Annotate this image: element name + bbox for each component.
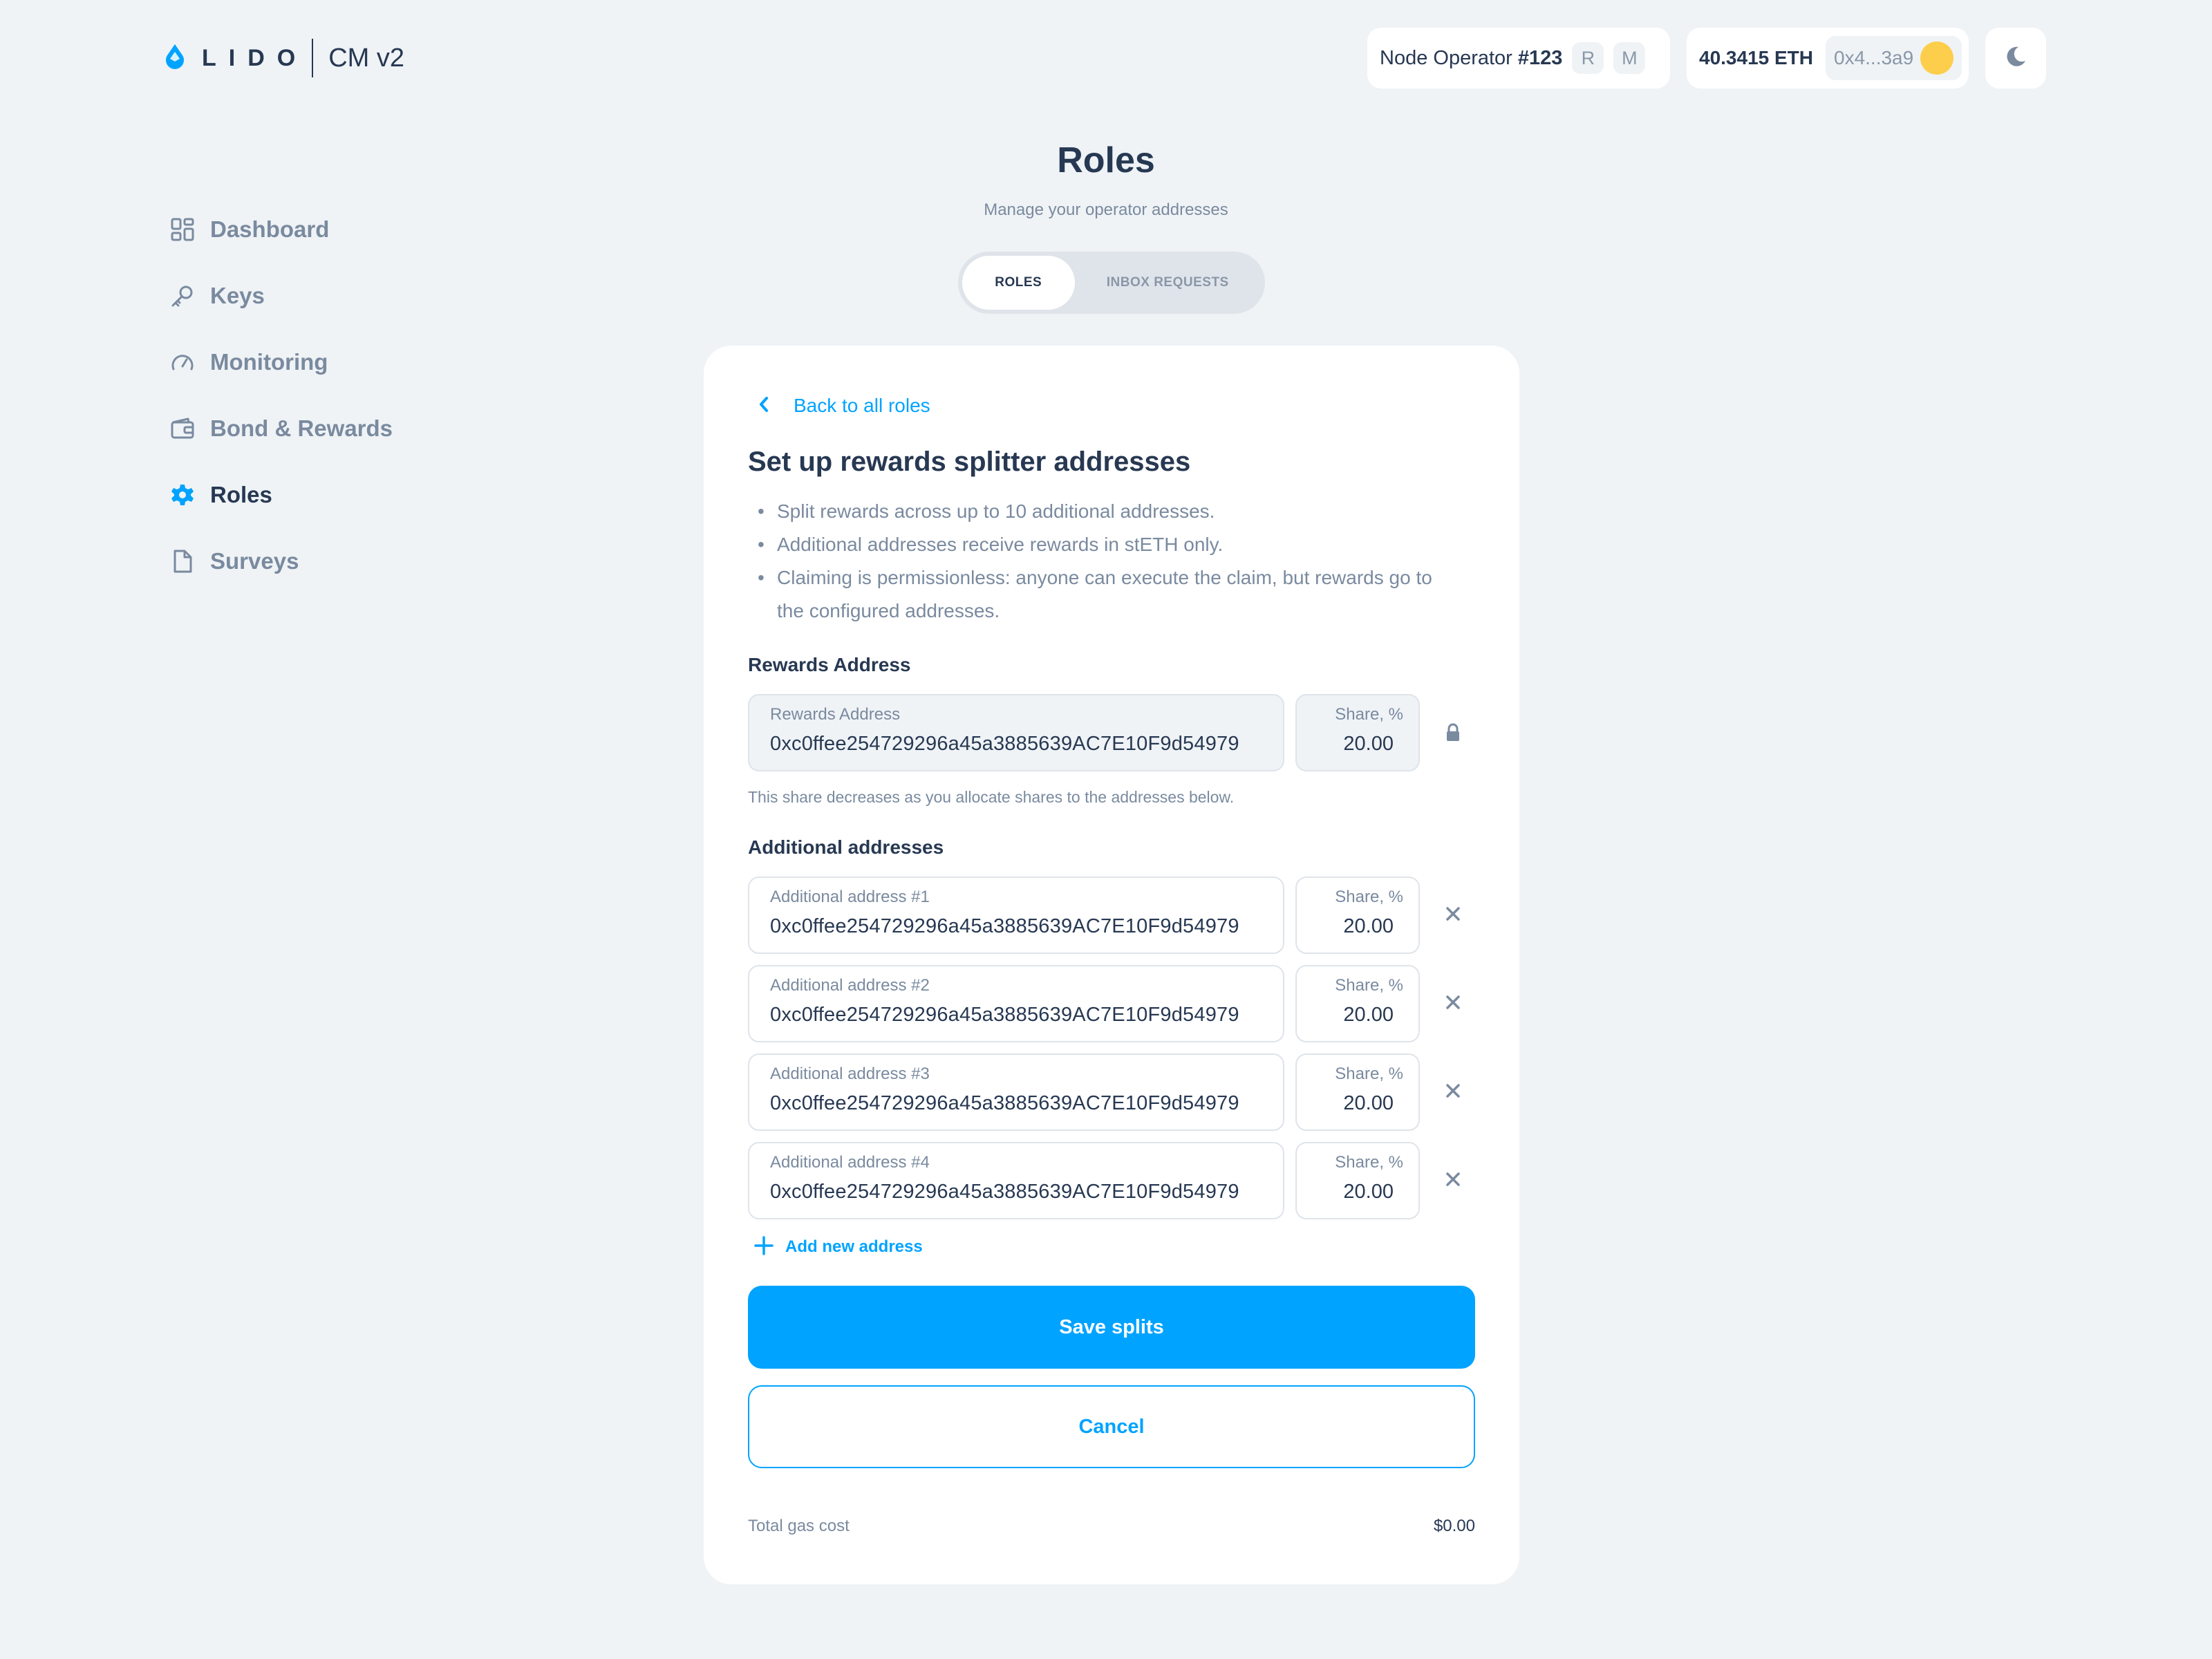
- field-label: Additional address #1: [770, 888, 930, 906]
- tab-roles[interactable]: ROLES: [962, 256, 1075, 310]
- wallet-icon: [169, 415, 196, 442]
- add-address-label: Add new address: [785, 1237, 923, 1256]
- share-label: Share, %: [1335, 1065, 1403, 1083]
- sidebar-item-label: Monitoring: [210, 349, 328, 375]
- sidebar-item-label: Roles: [210, 482, 272, 507]
- remove-address-button-4[interactable]: [1439, 1167, 1467, 1194]
- share-value: 20.00: [1343, 1181, 1394, 1203]
- sidebar-item-roles[interactable]: Roles: [169, 474, 272, 516]
- share-value: 20.00: [1343, 733, 1394, 755]
- rewards-share-field: Share, % 20.00: [1295, 694, 1420, 771]
- field-label: Rewards Address: [770, 705, 901, 724]
- role-chip-m: M: [1613, 42, 1646, 74]
- additional-address-input-4[interactable]: Additional address #4 0xc0ffee254729296a…: [748, 1142, 1284, 1219]
- sidebar-item-label: Dashboard: [210, 216, 330, 242]
- remove-address-button-1[interactable]: [1439, 901, 1467, 929]
- wallet-avatar: [1920, 41, 1954, 75]
- additional-address-input-2[interactable]: Additional address #2 0xc0ffee254729296a…: [748, 965, 1284, 1042]
- field-label: Additional address #3: [770, 1065, 930, 1083]
- roles-tab-switcher: ROLES INBOX REQUESTS: [958, 252, 1265, 314]
- additional-share-input-4[interactable]: Share, % 20.00: [1295, 1142, 1420, 1219]
- field-label: Additional address #4: [770, 1153, 930, 1172]
- save-splits-button[interactable]: Save splits: [748, 1286, 1475, 1369]
- close-icon: [1445, 994, 1461, 1014]
- bullet-dot: •: [758, 567, 765, 588]
- additional-share-input-2[interactable]: Share, % 20.00: [1295, 965, 1420, 1042]
- info-bullet: • Additional addresses receive rewards in…: [758, 528, 1223, 561]
- sidebar-item-keys[interactable]: Keys: [169, 275, 265, 317]
- field-value: 0xc0ffee254729296a45a3885639AC7E10F9d549…: [770, 1092, 1239, 1114]
- rewards-section-label: Rewards Address: [748, 654, 911, 675]
- eth-balance: 40.3415 ETH: [1699, 47, 1813, 68]
- remove-address-button-2[interactable]: [1439, 990, 1467, 1018]
- field-value: 0xc0ffee254729296a45a3885639AC7E10F9d549…: [770, 1004, 1239, 1026]
- additional-address-input-1[interactable]: Additional address #1 0xc0ffee254729296a…: [748, 877, 1284, 954]
- share-hint: This share decreases as you allocate sha…: [748, 788, 1235, 806]
- add-new-address-button[interactable]: Add new address: [753, 1233, 923, 1261]
- bullet-dot: •: [758, 500, 765, 522]
- operator-number: #123: [1517, 46, 1563, 69]
- key-icon: [169, 282, 196, 310]
- chevron-left-icon: [756, 395, 771, 417]
- field-value: 0xc0ffee254729296a45a3885639AC7E10F9d549…: [770, 915, 1239, 937]
- wallet-button[interactable]: 40.3415 ETH 0x4...3a9: [1687, 28, 1969, 88]
- role-chip-r: R: [1572, 42, 1604, 74]
- share-value: 20.00: [1343, 1092, 1394, 1114]
- share-value: 20.00: [1343, 1004, 1394, 1026]
- brand-wordmark: LIDO: [202, 44, 308, 71]
- share-label: Share, %: [1335, 888, 1403, 906]
- gauge-icon: [169, 348, 196, 376]
- sidebar-item-label: Bond & Rewards: [210, 415, 393, 441]
- dashboard-grid-icon: [169, 216, 196, 243]
- additional-share-input-1[interactable]: Share, % 20.00: [1295, 877, 1420, 954]
- field-value: 0xc0ffee254729296a45a3885639AC7E10F9d549…: [770, 733, 1239, 755]
- document-icon: [169, 547, 196, 575]
- field-label: Additional address #2: [770, 976, 930, 995]
- additional-address-input-3[interactable]: Additional address #3 0xc0ffee254729296a…: [748, 1053, 1284, 1131]
- operator-label: Node Operator: [1380, 46, 1512, 69]
- page-subtitle: Manage your operator addresses: [984, 200, 1228, 219]
- brand-product: CM v2: [328, 43, 405, 73]
- gas-cost-value: $0.00: [1433, 1517, 1475, 1535]
- sidebar-item-label: Keys: [210, 283, 265, 308]
- sidebar-item-bond-rewards[interactable]: Bond & Rewards: [169, 408, 393, 449]
- additional-section-label: Additional addresses: [748, 836, 944, 858]
- plus-icon: [753, 1235, 774, 1259]
- lido-drop-icon: [163, 43, 188, 73]
- tab-inbox-requests[interactable]: INBOX REQUESTS: [1075, 256, 1262, 310]
- close-icon: [1445, 1082, 1461, 1103]
- sidebar-item-surveys[interactable]: Surveys: [169, 541, 299, 582]
- info-bullet: • Claiming is permissionless: anyone can …: [758, 561, 1432, 594]
- back-link-label: Back to all roles: [794, 395, 930, 416]
- field-value: 0xc0ffee254729296a45a3885639AC7E10F9d549…: [770, 1181, 1239, 1203]
- additional-share-input-3[interactable]: Share, % 20.00: [1295, 1053, 1420, 1131]
- gear-icon: [169, 481, 196, 509]
- close-icon: [1445, 1171, 1461, 1191]
- sidebar-item-monitoring[interactable]: Monitoring: [169, 341, 328, 383]
- info-bullet-continuation: the configured addresses.: [777, 600, 1000, 621]
- node-operator-selector[interactable]: Node Operator #123 R M: [1367, 28, 1670, 88]
- remove-address-button-3[interactable]: [1439, 1078, 1467, 1106]
- theme-toggle-button[interactable]: [1985, 28, 2046, 88]
- info-bullet: • Split rewards across up to 10 additiona…: [758, 495, 1215, 528]
- bullet-dot: •: [758, 534, 765, 555]
- share-label: Share, %: [1335, 976, 1403, 995]
- gas-cost-label: Total gas cost: [748, 1517, 850, 1535]
- lido-logo[interactable]: LIDO CM v2: [163, 37, 404, 79]
- share-value: 20.00: [1343, 915, 1394, 937]
- moon-icon: [2003, 44, 2028, 73]
- splitter-title: Set up rewards splitter addresses: [748, 447, 1191, 477]
- wallet-address: 0x4...3a9: [1826, 36, 1962, 80]
- wallet-address-text: 0x4...3a9: [1834, 47, 1914, 68]
- back-to-roles-link[interactable]: Back to all roles: [756, 391, 930, 420]
- brand-divider: [312, 39, 314, 77]
- share-label: Share, %: [1335, 705, 1403, 724]
- rewards-address-field: Rewards Address 0xc0ffee254729296a45a388…: [748, 694, 1284, 771]
- cancel-button[interactable]: Cancel: [748, 1385, 1475, 1468]
- lock-icon: [1439, 719, 1467, 747]
- sidebar-item-label: Surveys: [210, 548, 299, 574]
- close-icon: [1445, 906, 1461, 926]
- page-title: Roles: [1057, 140, 1155, 180]
- share-label: Share, %: [1335, 1153, 1403, 1172]
